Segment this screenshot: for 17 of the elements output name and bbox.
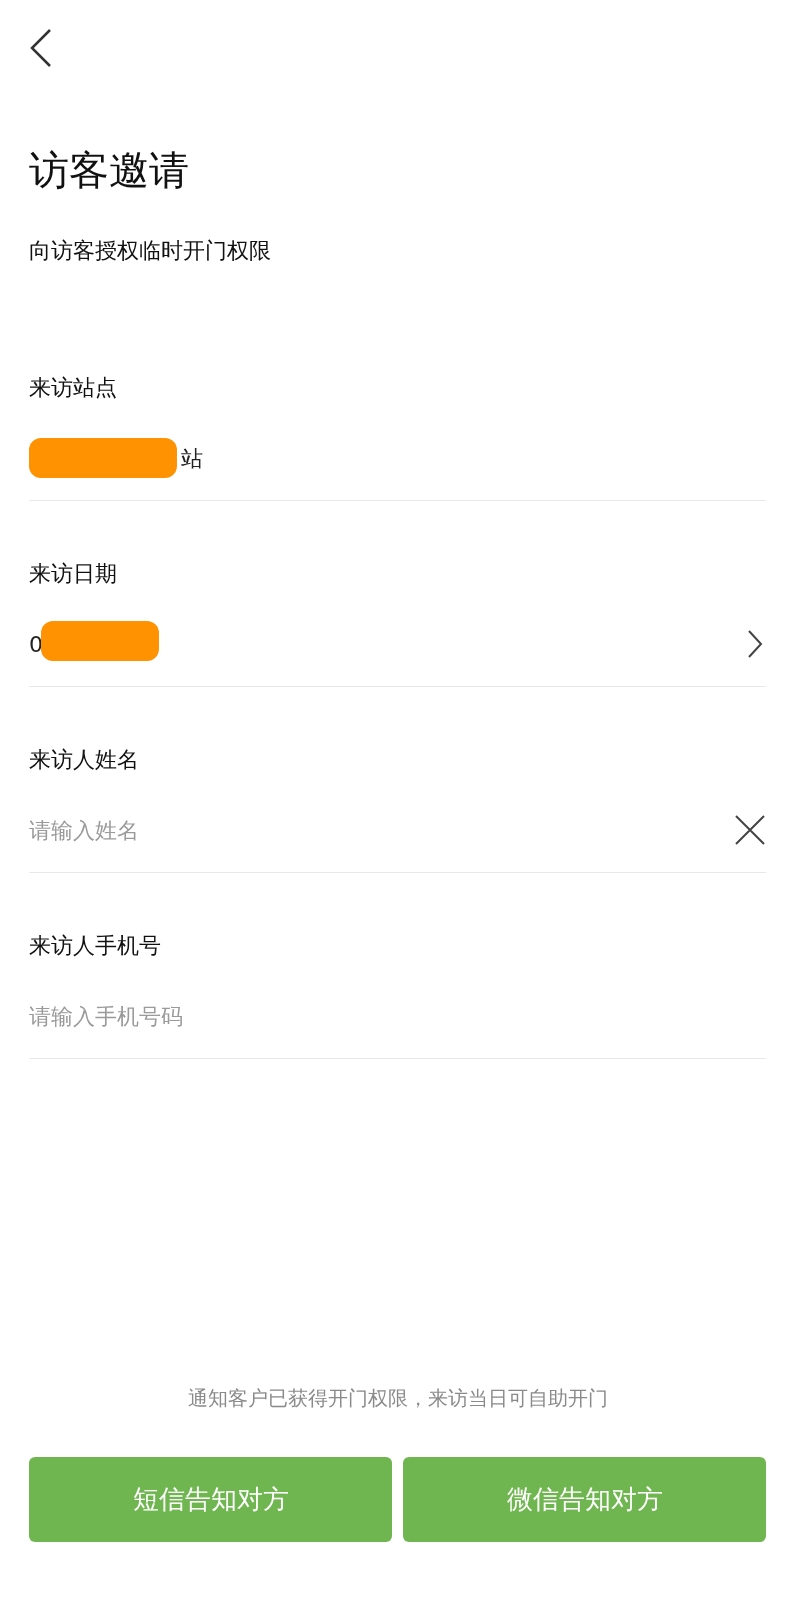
notify-button[interactable]: 短信告知对方 [29,1457,392,1542]
input-field[interactable]: 请输入姓名 [29,813,734,847]
page-subtitle: 向访客授权临时开门权限 [29,237,272,265]
page-title: 访客邀请 [29,150,190,190]
close-icon[interactable] [734,814,766,846]
field-label: 来访日期 [29,560,118,588]
input-field[interactable]: 请输入手机号码 [29,999,766,1033]
field-value: 站 [181,444,203,473]
notice-text: 通知客户已获得开门权限，来访当日可自助开门 [186,1385,609,1412]
field-label: 来访人手机号 [29,932,162,960]
field-label: 来访人姓名 [29,746,140,774]
notify-button[interactable]: 微信告知对方 [403,1457,766,1542]
field-label: 来访站点 [29,374,118,402]
chevron-right-icon [746,629,764,659]
date-picker[interactable]: 0 [29,624,766,664]
back-icon[interactable] [29,28,53,68]
field-value: 0 [29,630,43,659]
